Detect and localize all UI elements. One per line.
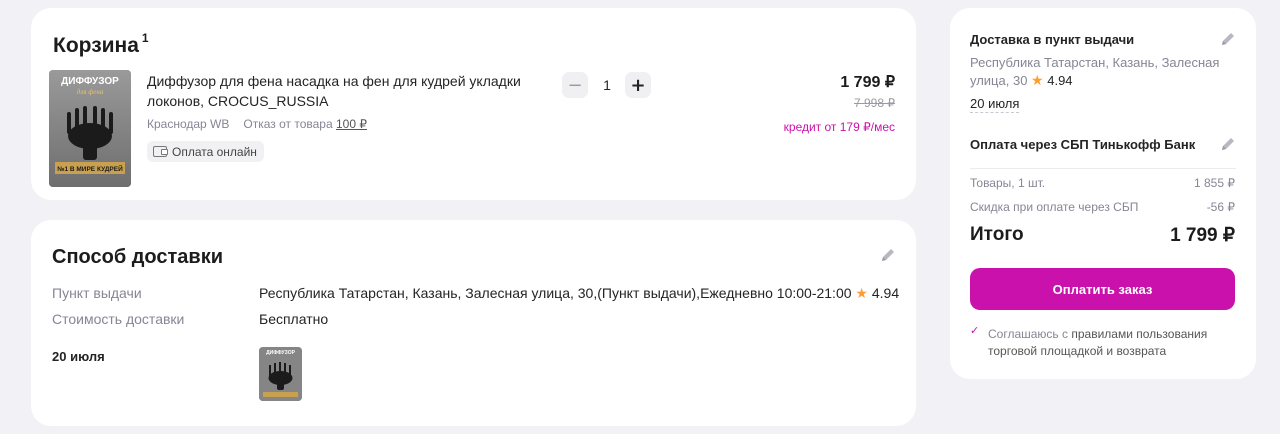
- edit-delivery-summary-button[interactable]: [1219, 30, 1237, 53]
- pencil-icon: [882, 249, 894, 261]
- image-caption-sub: для фена: [77, 88, 104, 96]
- product-name[interactable]: Диффузор для фена насадка на фен для куд…: [147, 71, 527, 111]
- pickup-address: Республика Татарстан, Казань, Залесная у…: [259, 285, 852, 301]
- product-old-price: 7 998 ₽: [854, 96, 895, 110]
- edit-payment-button[interactable]: [1219, 135, 1237, 158]
- cart-card: Корзина 1 ДИФФУЗОР для фена №1 В МИРЕ КУД…: [31, 8, 916, 200]
- discount-value: -56 ₽: [1206, 200, 1235, 214]
- discount-label: Скидка при оплате через СБП: [970, 200, 1139, 214]
- goods-label: Товары, 1 шт.: [970, 176, 1046, 190]
- online-payment-label: Оплата онлайн: [172, 144, 257, 159]
- summary-divider: [970, 168, 1236, 169]
- edit-delivery-button[interactable]: [879, 246, 897, 269]
- product-price: 1 799 ₽: [840, 74, 895, 91]
- summary-address: Республика Татарстан, Казань, Залесная у…: [970, 54, 1232, 90]
- pickup-rating: 4.94: [871, 285, 900, 301]
- cart-title: Корзина 1: [53, 31, 149, 58]
- wallet-icon: [153, 146, 168, 157]
- check-icon[interactable]: ✓: [970, 324, 979, 337]
- thumbnail-art: ДИФФУЗОР: [259, 347, 302, 401]
- cart-title-text: Корзина: [53, 34, 139, 57]
- product-image[interactable]: ДИФФУЗОР для фена №1 В МИРЕ КУДРЕЙ: [49, 70, 131, 187]
- return-price[interactable]: 100 ₽: [336, 117, 367, 131]
- total-label: Итого: [970, 224, 1024, 245]
- star-icon: ★: [1031, 73, 1044, 89]
- agree-prefix: Соглашаюсь с: [988, 327, 1069, 341]
- delivery-product-thumbnail: ДИФФУЗОР: [259, 347, 302, 401]
- delivery-method-heading: Доставка в пункт выдачи: [970, 32, 1135, 47]
- online-payment-badge: Оплата онлайн: [147, 141, 264, 162]
- warehouse: Краснодар WB: [147, 117, 230, 131]
- delivery-title: Способ доставки: [52, 246, 224, 268]
- image-caption-top: ДИФФУЗОР: [61, 76, 119, 87]
- goods-value: 1 855 ₽: [1194, 176, 1235, 190]
- cart-count: 1: [141, 31, 149, 45]
- credit-link[interactable]: кредит от 179 ₽/мес: [784, 120, 895, 134]
- delivery-date: 20 июля: [52, 349, 105, 364]
- total-value: 1 799 ₽: [1170, 225, 1235, 246]
- product-image-art: ДИФФУЗОР для фена №1 В МИРЕ КУДРЕЙ: [49, 70, 131, 187]
- pickup-value: Республика Татарстан, Казань, Залесная у…: [259, 285, 899, 302]
- summary-rating: 4.94: [1047, 73, 1073, 88]
- terms-agreement: Соглашаюсь с правилами пользования торго…: [988, 326, 1233, 360]
- pay-order-button[interactable]: Оплатить заказ: [970, 268, 1235, 310]
- star-icon: ★: [855, 286, 868, 302]
- quantity-value: 1: [603, 77, 611, 93]
- summary-address-text: Республика Татарстан, Казань, Залесная у…: [970, 55, 1220, 88]
- payment-method: Оплата через СБП Тинькофф Банк: [970, 137, 1196, 152]
- increase-quantity-button[interactable]: +: [625, 72, 651, 98]
- return-label: Отказ от товара: [243, 117, 333, 131]
- image-caption-bottom: №1 В МИРЕ КУДРЕЙ: [57, 164, 123, 173]
- summary-delivery-date[interactable]: 20 июля: [970, 96, 1020, 113]
- delivery-cost-value: Бесплатно: [259, 311, 329, 327]
- product-meta: Краснодар WB Отказ от товара 100 ₽: [147, 117, 367, 131]
- delivery-cost-label: Стоимость доставки: [52, 311, 185, 327]
- delivery-card: Способ доставки Пункт выдачи Республика …: [31, 220, 916, 426]
- thumbnail-caption: ДИФФУЗОР: [266, 350, 296, 356]
- pencil-icon: [1222, 33, 1234, 45]
- pickup-label: Пункт выдачи: [52, 285, 142, 301]
- decrease-quantity-button[interactable]: −: [562, 72, 588, 98]
- order-summary-card: Доставка в пункт выдачи Республика Татар…: [950, 8, 1256, 379]
- pencil-icon: [1222, 138, 1234, 150]
